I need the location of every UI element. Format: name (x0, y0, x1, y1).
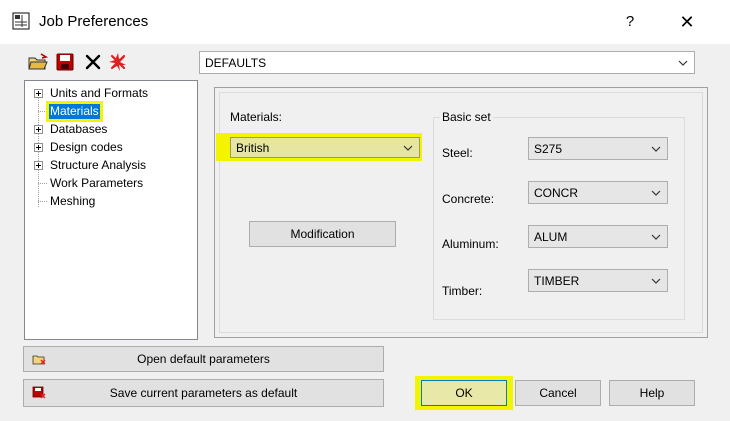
ok-button[interactable]: OK (421, 380, 507, 406)
help-button[interactable]: Help (609, 380, 695, 406)
tree-item-label: Units and Formats (50, 86, 149, 100)
chevron-down-icon (678, 60, 688, 66)
tree-item-label: Design codes (50, 140, 123, 154)
materials-value: British (236, 140, 270, 155)
preset-dropdown[interactable]: DEFAULTS (199, 51, 695, 74)
chevron-down-icon (651, 278, 661, 284)
tree-connector (38, 183, 47, 184)
window-title: Job Preferences (39, 13, 149, 30)
cancel-button-label: Cancel (539, 386, 577, 400)
materials-dropdown[interactable]: British (230, 137, 420, 158)
save-icon[interactable] (54, 51, 76, 73)
aluminum-value: ALUM (534, 229, 568, 244)
ok-button-label: OK (455, 386, 473, 400)
delete-icon[interactable] (82, 51, 104, 73)
concrete-label: Concrete: (442, 192, 495, 206)
expand-icon[interactable] (34, 161, 43, 170)
chevron-down-icon (651, 234, 661, 240)
open-folder-icon[interactable] (27, 51, 49, 73)
steel-label: Steel: (442, 146, 473, 160)
tree-item-label: Databases (50, 122, 108, 136)
open-default-button[interactable]: Open default parameters (23, 346, 384, 372)
save-default-button[interactable]: Save current parameters as default (23, 379, 384, 407)
tree-item-work-parameters[interactable]: Work Parameters (25, 175, 195, 192)
preset-value: DEFAULTS (205, 55, 267, 70)
tree-item-units-formats[interactable]: Units and Formats (25, 85, 195, 102)
help-icon[interactable]: ? (620, 10, 640, 34)
steel-dropdown[interactable]: S275 (528, 137, 668, 160)
aluminum-dropdown[interactable]: ALUM (528, 225, 668, 248)
tree-connector (38, 201, 47, 202)
save-default-label: Save current parameters as default (109, 386, 298, 400)
chevron-down-icon (403, 145, 413, 151)
concrete-dropdown[interactable]: CONCR (528, 181, 668, 204)
basic-set-title: Basic set (440, 110, 493, 124)
expand-icon[interactable] (34, 143, 43, 152)
tree-item-materials[interactable]: Materials (25, 101, 195, 122)
tree-item-databases[interactable]: Databases (25, 121, 195, 138)
modification-button[interactable]: Modification (249, 221, 396, 247)
tree-connector (38, 111, 47, 112)
tree-item-label: Work Parameters (50, 176, 144, 190)
expand-icon[interactable] (34, 125, 43, 134)
tree-item-label: Materials (46, 101, 103, 122)
title-bar: Job Preferences ? ✕ (0, 0, 730, 44)
tree-item-meshing[interactable]: Meshing (25, 193, 195, 210)
preferences-tree[interactable]: Units and Formats Materials Databases De… (24, 80, 198, 340)
timber-value: TIMBER (534, 273, 580, 288)
app-icon (12, 12, 30, 30)
materials-label: Materials: (230, 110, 283, 124)
close-icon[interactable]: ✕ (672, 10, 702, 34)
tree-item-label: Meshing (50, 194, 96, 208)
tree-item-structure-analysis[interactable]: Structure Analysis (25, 157, 195, 174)
open-default-label: Open default parameters (137, 352, 270, 366)
tree-item-design-codes[interactable]: Design codes (25, 139, 195, 156)
timber-label: Timber: (442, 284, 483, 298)
reset-icon[interactable] (107, 51, 129, 73)
aluminum-label: Aluminum: (442, 237, 499, 251)
cancel-button[interactable]: Cancel (515, 380, 601, 406)
chevron-down-icon (651, 146, 661, 152)
steel-value: S275 (534, 141, 563, 156)
tree-item-label: Structure Analysis (50, 158, 147, 172)
help-button-label: Help (639, 386, 665, 400)
concrete-value: CONCR (534, 185, 578, 200)
timber-dropdown[interactable]: TIMBER (528, 269, 668, 292)
modification-button-label: Modification (290, 227, 355, 241)
expand-icon[interactable] (34, 89, 43, 98)
chevron-down-icon (651, 190, 661, 196)
